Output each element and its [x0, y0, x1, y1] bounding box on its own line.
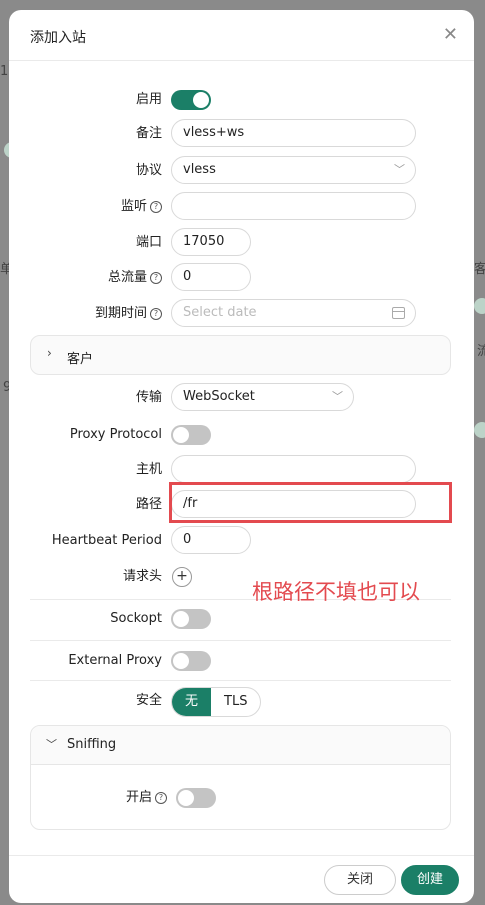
external-proxy-toggle[interactable] — [171, 651, 211, 671]
sockopt-row: Sockopt — [9, 603, 474, 635]
heartbeat-input[interactable]: 0 — [171, 526, 251, 554]
port-row: 端口 17050 — [9, 227, 474, 259]
protocol-value: vless — [183, 162, 216, 177]
calendar-icon — [392, 307, 405, 319]
chevron-down-icon: ﹀ — [46, 738, 57, 751]
security-segmented: 无 TLS — [171, 687, 262, 717]
add-inbound-modal: 添加入站 ✕ 启用 备注 vless+ws 协议 vless ﹀ 监听? 端口 … — [9, 10, 474, 903]
background-text: 流 — [477, 344, 485, 359]
sniffing-title: Sniffing — [67, 737, 117, 752]
expiry-date-picker[interactable]: Select date — [171, 299, 416, 327]
proxy-protocol-toggle[interactable] — [171, 425, 211, 445]
heartbeat-row: Heartbeat Period 0 — [9, 525, 474, 557]
background-badge — [474, 298, 485, 314]
clients-collapse[interactable]: › 客户 — [30, 335, 451, 375]
sniffing-enable-toggle[interactable] — [176, 788, 216, 808]
listen-input[interactable] — [171, 192, 416, 220]
protocol-row: 协议 vless ﹀ — [9, 155, 474, 187]
proxy-protocol-label: Proxy Protocol — [69, 427, 162, 442]
transport-row: 传输 WebSocket ﹀ — [9, 382, 474, 414]
security-option-tls[interactable]: TLS — [211, 688, 260, 716]
background-badge — [474, 422, 485, 438]
remark-label: 备注 — [135, 126, 162, 141]
external-proxy-row: External Proxy — [9, 645, 474, 677]
enable-row: 启用 — [9, 84, 474, 116]
enable-toggle[interactable] — [171, 90, 211, 110]
port-label: 端口 — [135, 235, 162, 250]
expiry-row: 到期时间? Select date — [9, 298, 474, 330]
listen-row: 监听? — [9, 191, 474, 223]
security-label: 安全 — [135, 693, 162, 708]
sniffing-enable-row: 开启? — [31, 782, 450, 814]
transport-label: 传输 — [135, 390, 162, 405]
help-icon: ? — [150, 308, 162, 320]
expiry-placeholder: Select date — [183, 305, 257, 320]
transport-value: WebSocket — [183, 389, 255, 404]
modal-header: 添加入站 ✕ — [9, 10, 474, 61]
sniffing-enable-label: 开启? — [126, 782, 167, 814]
create-button[interactable]: 创建 — [401, 865, 459, 895]
transport-select[interactable]: WebSocket ﹀ — [171, 383, 354, 411]
help-icon: ? — [150, 272, 162, 284]
chevron-down-icon: ﹀ — [332, 390, 343, 403]
total-traffic-row: 总流量? 0 — [9, 262, 474, 294]
divider — [30, 640, 451, 641]
chevron-down-icon: ﹀ — [394, 163, 405, 176]
total-traffic-input[interactable]: 0 — [171, 263, 251, 291]
host-input[interactable] — [171, 455, 416, 483]
help-icon: ? — [155, 792, 167, 804]
help-icon: ? — [150, 201, 162, 213]
close-icon[interactable]: ✕ — [443, 24, 458, 45]
external-proxy-label: External Proxy — [68, 653, 162, 668]
protocol-select[interactable]: vless ﹀ — [171, 156, 416, 184]
heartbeat-label: Heartbeat Period — [51, 533, 162, 548]
sniffing-header[interactable]: ﹀ Sniffing — [31, 726, 450, 765]
total-traffic-label: 总流量? — [108, 262, 162, 294]
remark-row: 备注 vless+ws — [9, 118, 474, 150]
host-label: 主机 — [135, 462, 162, 477]
modal-footer: 关闭 创建 — [9, 855, 474, 903]
expiry-label: 到期时间? — [95, 298, 162, 330]
listen-label: 监听? — [121, 191, 162, 223]
headers-label: 请求头 — [122, 569, 162, 584]
annotation-text: 根路径不填也可以 — [252, 580, 420, 604]
modal-title: 添加入站 — [30, 30, 86, 46]
port-input[interactable]: 17050 — [171, 228, 251, 256]
clients-label: 客户 — [67, 352, 94, 367]
security-row: 安全 无 TLS — [9, 685, 474, 717]
close-button[interactable]: 关闭 — [324, 865, 396, 895]
sockopt-toggle[interactable] — [171, 609, 211, 629]
sockopt-label: Sockopt — [110, 611, 162, 626]
proxy-protocol-row: Proxy Protocol — [9, 419, 474, 451]
remark-input[interactable]: vless+ws — [171, 119, 416, 147]
divider — [30, 680, 451, 681]
security-option-none[interactable]: 无 — [172, 688, 212, 716]
chevron-right-icon: › — [47, 346, 52, 360]
enable-label: 启用 — [135, 92, 162, 107]
background-text: 客 — [474, 262, 485, 277]
protocol-label: 协议 — [135, 163, 162, 178]
path-highlight-box — [169, 482, 452, 523]
path-label: 路径 — [135, 497, 162, 512]
sniffing-card: ﹀ Sniffing 开启? — [30, 725, 451, 830]
add-header-button[interactable]: + — [172, 567, 192, 587]
